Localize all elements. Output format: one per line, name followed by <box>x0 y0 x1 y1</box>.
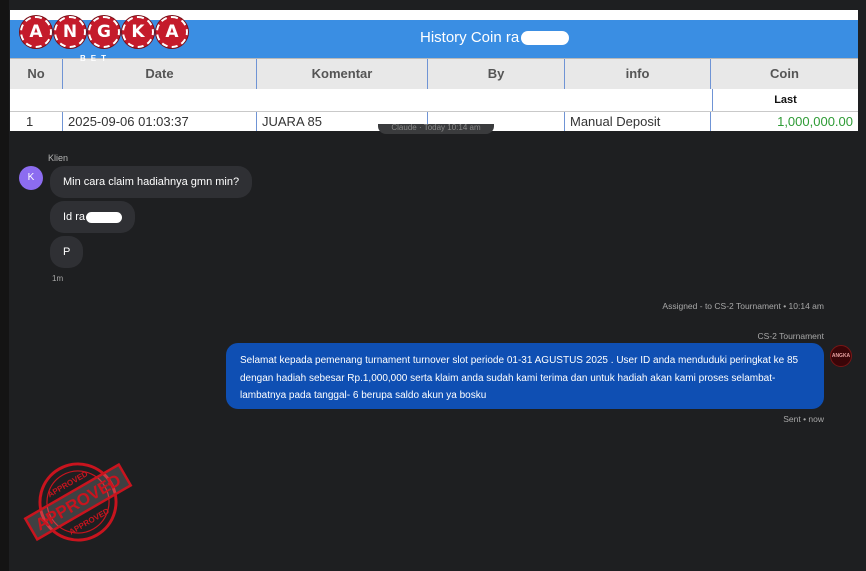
incoming-message: P <box>50 236 84 268</box>
col-komentar[interactable]: Komentar <box>257 59 428 89</box>
incoming-message-text: Id ra <box>63 211 86 223</box>
logo-subtext: BET <box>80 54 111 63</box>
assigned-note: Assigned - to CS-2 Tournament • 10:14 am <box>662 301 824 311</box>
screenshot-stage: History Coin ra No Date Komentar By info… <box>0 0 866 571</box>
logo-chip: A <box>156 16 188 48</box>
redaction-mark <box>521 31 570 46</box>
left-edge <box>0 0 9 571</box>
subheader-last: Last <box>712 89 858 111</box>
redaction-mark <box>86 211 123 223</box>
agent-name: CS-2 Tournament <box>757 331 824 341</box>
approved-stamp: APPROVED APPROVED APPROVED <box>23 462 133 542</box>
col-by[interactable]: By <box>428 59 565 89</box>
incoming-message: Min cara claim hadiahnya gmn min? <box>50 166 253 198</box>
logo-chip: K <box>122 16 154 48</box>
angka-bet-logo: A N G K A BET <box>20 16 190 71</box>
outgoing-message: Selamat kepada pemenang turnament turnov… <box>226 343 824 409</box>
sender-label: Klien <box>48 153 69 163</box>
logo-chip: G <box>88 16 120 48</box>
col-info[interactable]: info <box>565 59 711 89</box>
cell-date: 2025-09-06 01:03:37 <box>68 114 189 129</box>
status-pill: Claude · Today 10:14 am <box>378 124 494 134</box>
cell-no: 1 <box>26 114 34 129</box>
cell-coin: 1,000,000.00 <box>777 114 853 129</box>
message-timestamp: 1m <box>52 274 64 283</box>
table-subheader: Last <box>10 89 858 112</box>
history-title: History Coin ra <box>420 29 570 46</box>
cell-info: Manual Deposit <box>570 114 661 129</box>
cell-komentar: JUARA 85 <box>262 114 322 129</box>
col-coin[interactable]: Coin <box>711 59 858 89</box>
incoming-message: Id ra <box>50 201 136 233</box>
sent-status: Sent • now <box>783 414 824 424</box>
history-title-text: History Coin ra <box>420 29 520 46</box>
avatar[interactable]: K <box>19 166 43 190</box>
logo-chip: N <box>54 16 86 48</box>
agent-avatar[interactable]: ANGKA <box>830 345 852 367</box>
logo-chip: A <box>20 16 52 48</box>
